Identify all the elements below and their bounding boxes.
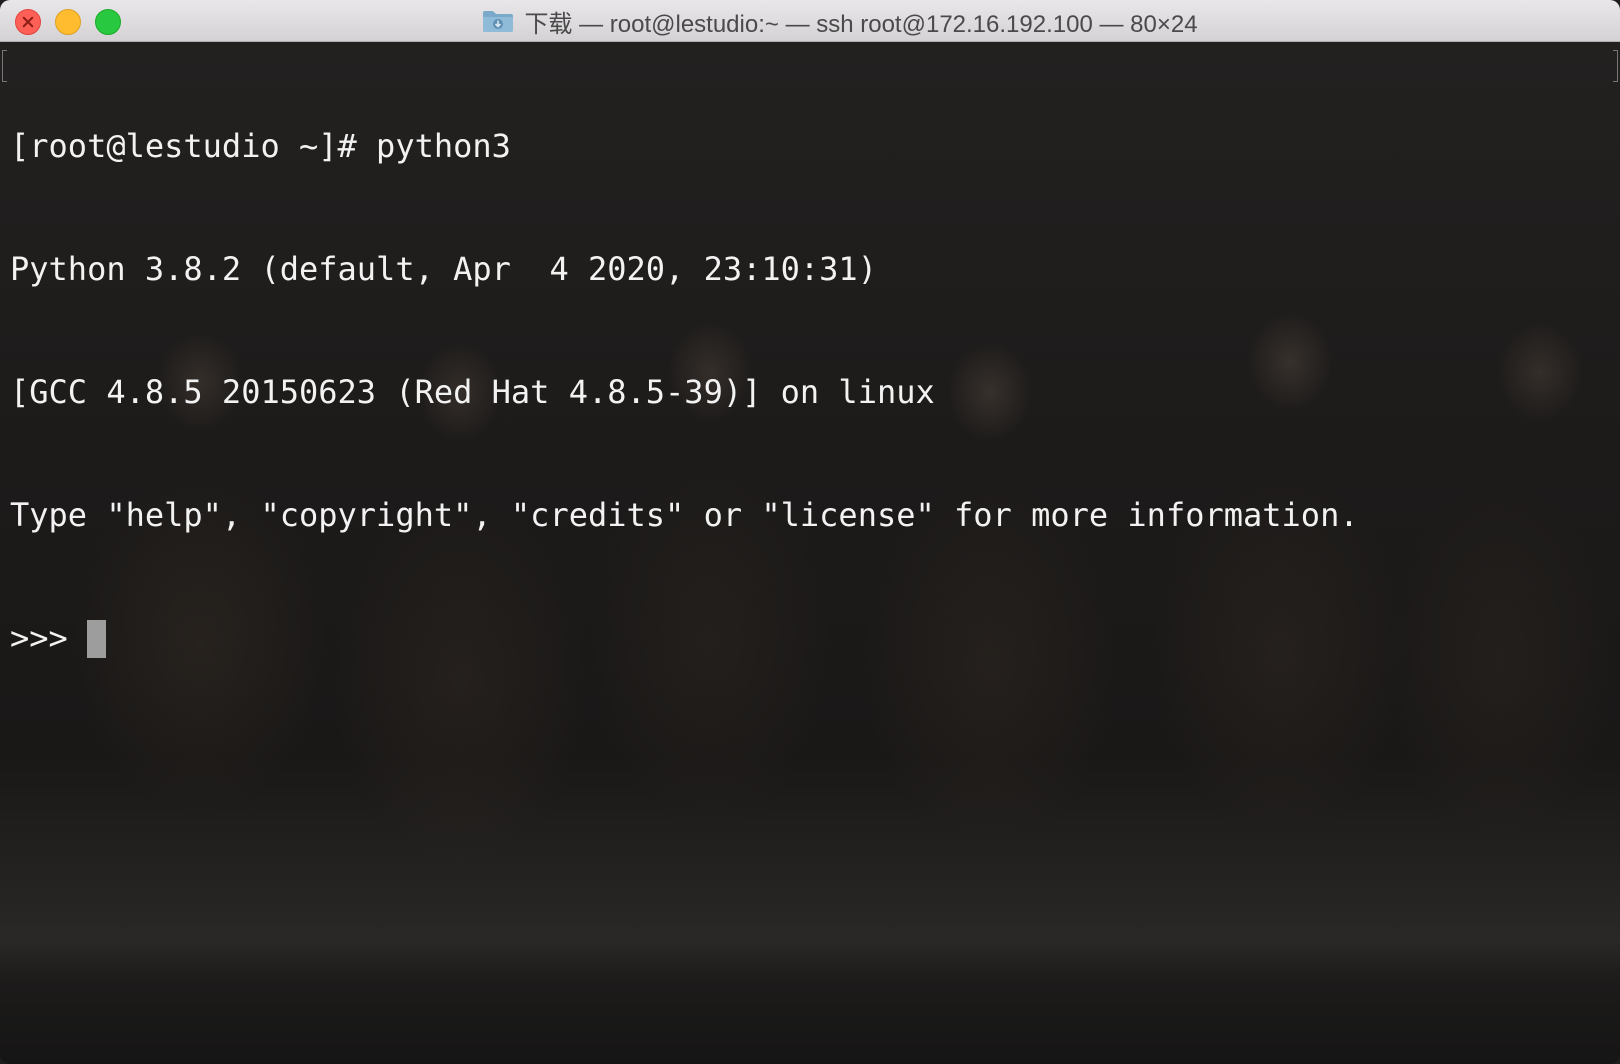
terminal-line: [root@lestudio ~]# python3 (10, 127, 511, 165)
folder-icon (483, 11, 514, 32)
scroll-marker-left (2, 50, 7, 82)
terminal-line: Type "help", "copyright", "credits" or "… (10, 496, 1359, 534)
terminal-window: 下载 — root@lestudio:~ — ssh root@172.16.1… (0, 0, 1620, 1064)
scroll-marker-right (1613, 50, 1618, 82)
terminal-output: [root@lestudio ~]# python3 Python 3.8.2 … (10, 44, 1359, 741)
terminal-content[interactable]: [root@lestudio ~]# python3 Python 3.8.2 … (0, 42, 1620, 1064)
terminal-line: Python 3.8.2 (default, Apr 4 2020, 23:10… (10, 250, 877, 288)
window-title-wrap: 下载 — root@lestudio:~ — ssh root@172.16.1… (0, 0, 1620, 42)
window-title: 下载 — root@lestudio:~ — ssh root@172.16.1… (524, 10, 1198, 38)
terminal-line: [GCC 4.8.5 20150623 (Red Hat 4.8.5-39)] … (10, 373, 935, 411)
python-prompt: >>> (10, 619, 88, 657)
title-bar[interactable]: 下载 — root@lestudio:~ — ssh root@172.16.1… (0, 0, 1620, 42)
prompt-line[interactable]: >>> (10, 618, 1359, 659)
text-cursor (87, 620, 107, 658)
